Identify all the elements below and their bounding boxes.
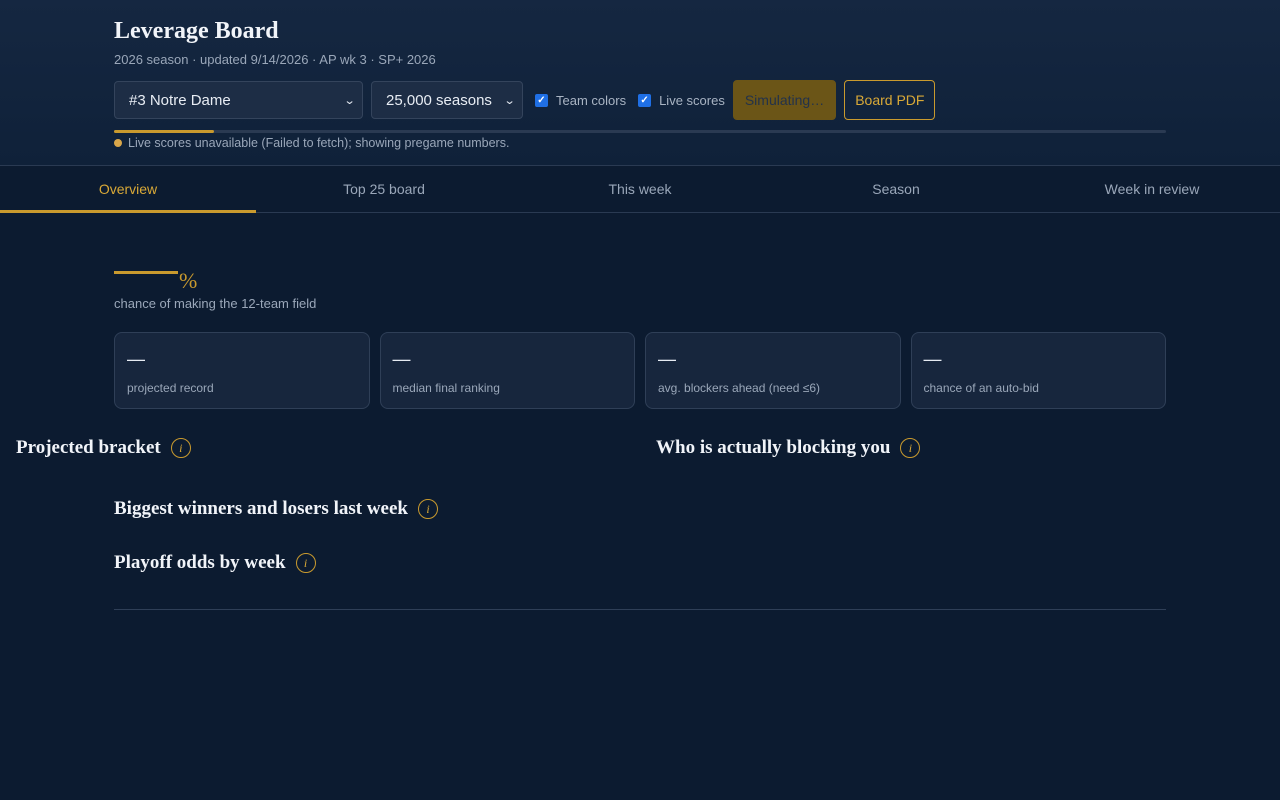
section-title: Playoff odds by week: [114, 552, 286, 573]
team-colors-checkbox[interactable]: ✓: [535, 93, 548, 107]
stat-card-value: —: [658, 349, 676, 369]
status-dot-icon: [114, 139, 122, 147]
playoff-chance-unit: %: [179, 268, 198, 293]
tab-season[interactable]: Season: [768, 166, 1024, 212]
team-select[interactable]: #3 Notre Dame ⌄: [114, 81, 363, 119]
playoff-chance-placeholder: [114, 271, 178, 274]
team-colors-label: Team colors: [556, 92, 627, 108]
team-select-value: #3 Notre Dame: [129, 91, 231, 109]
page-subtitle: 2026 season · updated 9/14/2026 · AP wk …: [114, 52, 436, 67]
board-pdf-button[interactable]: Board PDF: [844, 80, 936, 120]
stat-card-label: median final ranking: [392, 381, 500, 395]
info-icon[interactable]: i: [170, 438, 191, 458]
stat-card-label: projected record: [127, 381, 214, 395]
simulation-progress-fill: [114, 130, 214, 133]
simulate-button[interactable]: Simulating…: [732, 80, 837, 120]
seasons-select[interactable]: 25,000 seasons ⌄: [371, 81, 523, 119]
chevron-down-icon: ⌄: [503, 94, 516, 107]
playoff-chance-caption: chance of making the 12-team field: [114, 296, 317, 311]
stat-card-value: —: [923, 349, 942, 369]
section-playoff-odds: Playoff odds by week i: [114, 552, 316, 574]
tab-week-in-review[interactable]: Week in review: [1024, 166, 1280, 212]
live-scores-label: Live scores: [659, 92, 725, 108]
simulation-progress-bar: [114, 130, 1166, 133]
stat-card-blockers: — avg. blockers ahead (need ≤6): [645, 332, 901, 409]
stat-card-value: —: [127, 349, 145, 369]
stat-card-projected-record: — projected record: [114, 332, 370, 409]
info-icon[interactable]: i: [417, 499, 438, 519]
status-line: Live scores unavailable (Failed to fetch…: [114, 136, 509, 150]
stat-card-median-ranking: — median final ranking: [379, 332, 635, 409]
live-scores-toggle[interactable]: ✓ Live scores: [638, 93, 725, 108]
chevron-down-icon: ⌄: [343, 94, 356, 107]
section-title: Biggest winners and losers last week: [114, 498, 408, 519]
tab-overview[interactable]: Overview: [0, 166, 256, 213]
divider: [114, 609, 1166, 610]
playoff-chance-stat: %: [114, 262, 198, 293]
section-winners-losers: Biggest winners and losers last week i: [114, 498, 438, 520]
controls-bar: #3 Notre Dame ⌄ 25,000 seasons ⌄ ✓ Team …: [114, 80, 936, 120]
live-scores-checkbox[interactable]: ✓: [638, 93, 652, 107]
tab-bar: Overview Top 25 board This week Season W…: [0, 166, 1280, 213]
tab-this-week[interactable]: This week: [512, 166, 768, 212]
section-title: Who is actually blocking you: [656, 437, 891, 458]
team-colors-toggle[interactable]: ✓ Team colors: [535, 93, 626, 108]
stat-card-label: chance of an auto-bid: [923, 381, 1039, 395]
stat-cards: — projected record — median final rankin…: [114, 332, 1166, 409]
seasons-select-value: 25,000 seasons: [386, 91, 492, 109]
info-icon[interactable]: i: [900, 438, 921, 458]
section-title: Projected bracket: [16, 437, 161, 458]
status-message: Live scores unavailable (Failed to fetch…: [128, 136, 510, 150]
section-projected-bracket: Projected bracket i: [16, 437, 191, 459]
section-blocking: Who is actually blocking you i: [656, 437, 921, 459]
info-icon[interactable]: i: [295, 553, 316, 573]
stat-card-auto-bid: — chance of an auto-bid: [910, 332, 1166, 409]
page-title: Leverage Board: [114, 18, 279, 44]
header: Leverage Board 2026 season · updated 9/1…: [0, 0, 1280, 166]
stat-card-label: avg. blockers ahead (need ≤6): [658, 381, 821, 395]
tab-top-25-board[interactable]: Top 25 board: [256, 166, 512, 212]
stat-card-value: —: [392, 349, 411, 369]
